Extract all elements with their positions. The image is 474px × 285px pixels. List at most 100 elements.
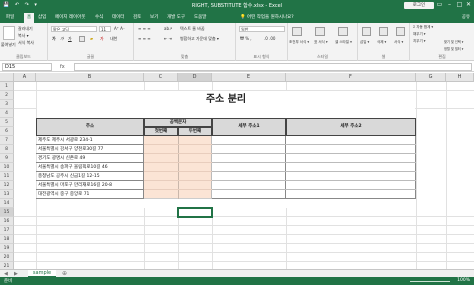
tab-developer[interactable]: 개발 도구 (167, 13, 185, 23)
row-header-2[interactable]: 2 (0, 91, 14, 100)
autosum-button[interactable]: Σ 자동 합계 ▾ (413, 25, 433, 30)
column-header-c[interactable]: C (144, 73, 178, 82)
tab-formulas[interactable]: 수식 (95, 13, 103, 23)
cell-style-icon[interactable] (338, 27, 348, 36)
row-header-11[interactable]: 11 (0, 172, 14, 181)
row-header-1[interactable]: 1 (0, 82, 14, 91)
row-header-17[interactable]: 17 (0, 226, 14, 235)
worksheet-grid[interactable]: A B C D E F G H 1 2 3 4 5 6 7 8 9 10 11 … (0, 73, 474, 269)
row-header-3[interactable]: 3 (0, 100, 14, 109)
column-header-f[interactable]: F (286, 73, 416, 82)
row-header-15[interactable]: 15 (0, 208, 14, 217)
cut-button[interactable]: 잘라내기 (18, 26, 33, 32)
underline-icon[interactable]: 가 (68, 36, 72, 42)
address-cell[interactable]: 서울특별시 송파구 올림픽로10길 46 (36, 163, 144, 172)
tab-home[interactable]: 홈 (24, 13, 35, 23)
row-header-16[interactable]: 16 (0, 217, 14, 226)
orientation-icon[interactable]: ab↗ (164, 26, 172, 31)
name-box[interactable]: D15 (2, 63, 52, 71)
cell-style-button[interactable]: 셀 스타일 ▾ (335, 40, 352, 45)
row-header-5[interactable]: 5 (0, 118, 14, 127)
row-header-9[interactable]: 9 (0, 154, 14, 163)
conditional-format-icon[interactable] (292, 27, 302, 36)
row-header-19[interactable]: 19 (0, 244, 14, 253)
fx-icon[interactable]: fx (60, 63, 65, 71)
font-grow-icon[interactable]: A⁺ A⁻ (114, 26, 125, 31)
tell-me-search[interactable]: 💡 어떤 작업을 원하시나요? (240, 13, 294, 22)
row-header-14[interactable]: 14 (0, 199, 14, 208)
tab-review[interactable]: 검토 (133, 13, 141, 23)
close-icon[interactable]: ✕ (464, 1, 473, 8)
ribbon-display-icon[interactable]: ▭ (435, 1, 444, 8)
sort-filter-button[interactable]: 정렬 및 필터 ▾ (444, 46, 463, 51)
merge-center-button[interactable]: 병합하고 가운데 맞춤 ▾ (180, 36, 219, 42)
insert-cells-icon[interactable] (362, 27, 371, 36)
column-header-g[interactable]: G (416, 73, 446, 82)
copy-button[interactable]: 복사 ▾ (18, 33, 29, 39)
decimal-icon[interactable]: .0 .00 (264, 36, 275, 41)
format-cells-icon[interactable] (396, 27, 405, 36)
column-header-h[interactable]: H (446, 73, 474, 82)
find-select-button[interactable]: 찾기 및 선택 ▾ (444, 39, 463, 44)
select-all-corner[interactable] (0, 73, 14, 82)
row-header-18[interactable]: 18 (0, 235, 14, 244)
login-button[interactable]: 로그인 (404, 2, 434, 9)
format-painter-button[interactable]: 서식 복사 (18, 40, 34, 46)
row-header-4[interactable]: 4 (0, 109, 14, 118)
column-header-d[interactable]: D (178, 73, 212, 82)
row-header-10[interactable]: 10 (0, 163, 14, 172)
table-format-icon[interactable] (315, 27, 325, 36)
selected-cell-d15[interactable] (177, 207, 213, 218)
currency-icon[interactable]: ₩ % , (240, 36, 252, 41)
row-header-13[interactable]: 13 (0, 190, 14, 199)
align-top-icon[interactable]: ≡ ≡ ≡ (138, 26, 151, 31)
minimize-icon[interactable]: – (445, 1, 454, 8)
address-cell[interactable]: 제주도 제주시 서광로 234-1 (36, 136, 144, 145)
delete-cells-icon[interactable] (379, 27, 388, 36)
tab-insert[interactable]: 삽입 (38, 13, 46, 23)
font-name-select[interactable]: 맑은 고딕 (51, 26, 97, 32)
number-format-select[interactable]: 일반 (239, 26, 285, 32)
row-header-7[interactable]: 7 (0, 136, 14, 145)
tab-help[interactable]: 도움말 (194, 13, 206, 23)
delete-cells-button[interactable]: 삭제 ▾ (377, 40, 386, 45)
row-header-12[interactable]: 12 (0, 181, 14, 190)
column-header-b[interactable]: B (36, 73, 144, 82)
address-cell[interactable]: 서울특별시 강서구 양천로30길 77 (36, 145, 144, 154)
address-cell[interactable]: 충청남도 공주시 신금1길 12-15 (36, 172, 144, 181)
italic-icon[interactable]: 가 (60, 36, 64, 42)
row-header-21[interactable]: 21 (0, 262, 14, 269)
tab-file[interactable]: 파일 (6, 13, 14, 23)
phonetic-icon[interactable]: 내천 (110, 36, 117, 42)
zoom-level[interactable]: 100% (457, 278, 470, 283)
fill-button[interactable]: 채우기 ▾ (413, 32, 426, 37)
border-icon[interactable] (79, 36, 85, 42)
share-button[interactable]: 공유 (462, 13, 470, 22)
table-format-button[interactable]: 표 서식 ▾ (314, 40, 328, 45)
row-header-8[interactable]: 8 (0, 145, 14, 154)
row-header-20[interactable]: 20 (0, 253, 14, 262)
column-header-a[interactable]: A (14, 73, 36, 82)
row-header-6[interactable]: 6 (0, 127, 14, 136)
font-color-icon[interactable]: 가 (100, 36, 104, 42)
address-cell[interactable]: 대전광역시 중구 중앙로 71 (36, 190, 144, 199)
insert-cells-button[interactable]: 삽입 ▾ (360, 40, 369, 45)
indent-icon[interactable]: ⇤ ⇥ (164, 36, 172, 41)
formula-input[interactable] (74, 63, 472, 71)
maximize-icon[interactable]: □ (455, 1, 464, 8)
zoom-slider[interactable] (410, 280, 450, 282)
tab-view[interactable]: 보기 (150, 13, 158, 23)
paste-icon[interactable] (3, 26, 15, 40)
paste-button[interactable]: 붙여넣기 (1, 42, 16, 48)
address-cell[interactable]: 서울특별시 마포구 만리재로16길 20-8 (36, 181, 144, 190)
align-left-icon[interactable]: ≡ ≡ ≡ (138, 36, 151, 41)
fill-color-icon[interactable]: ▰ (90, 36, 93, 41)
column-header-e[interactable]: E (212, 73, 286, 82)
bold-icon[interactable]: 가 (52, 36, 56, 42)
format-cells-button[interactable]: 서식 ▾ (394, 40, 403, 45)
clear-button[interactable]: 지우기 ▾ (413, 39, 426, 44)
font-size-select[interactable]: 11 (99, 26, 111, 32)
tab-data[interactable]: 데이터 (112, 13, 124, 23)
tab-page-layout[interactable]: 페이지 레이아웃 (55, 13, 85, 23)
conditional-format-button[interactable]: 조건부 서식 ▾ (289, 40, 309, 45)
